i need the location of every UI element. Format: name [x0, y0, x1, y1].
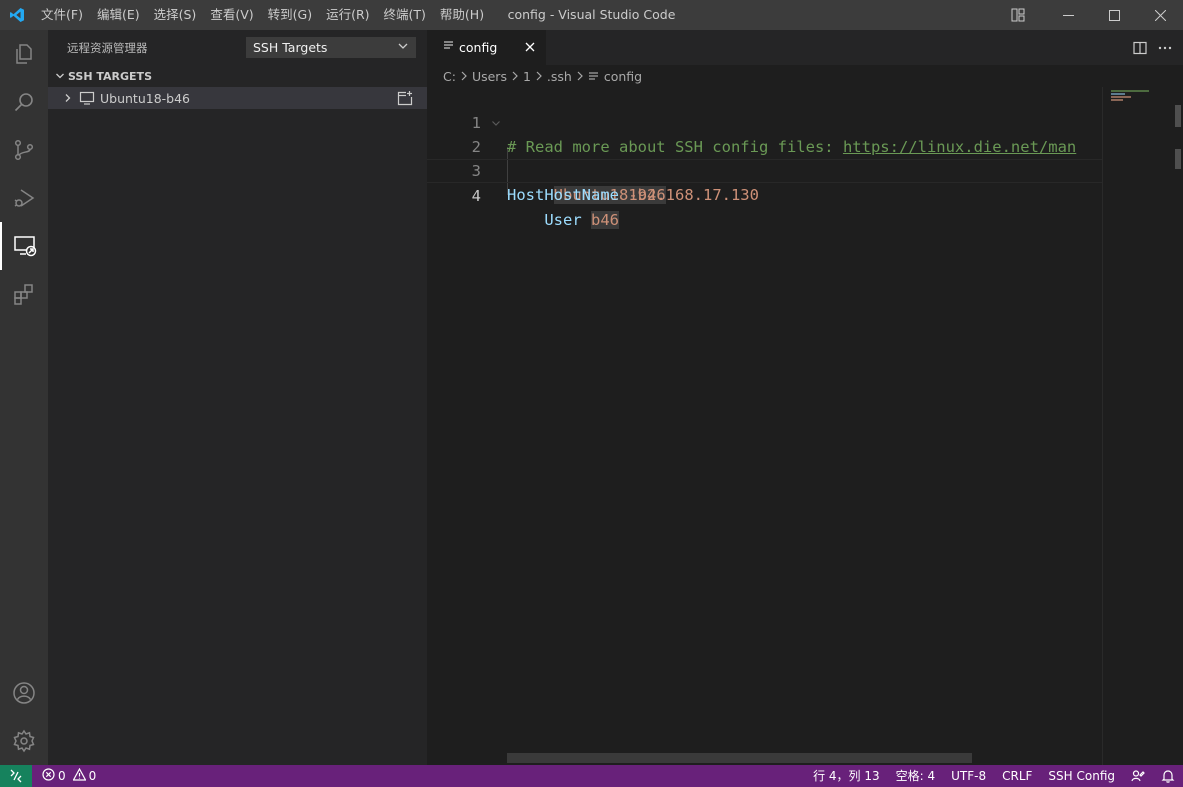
- code-line: 1 # Read more about SSH config files: ht…: [427, 87, 1102, 156]
- sidebar-header: 远程资源管理器 SSH Targets: [48, 30, 427, 65]
- remote-explorer-sidebar: 远程资源管理器 SSH Targets SSH TARGETS Ubuntu18…: [48, 30, 427, 765]
- window-controls: [1045, 0, 1183, 30]
- chevron-right-icon: [535, 71, 543, 81]
- chevron-right-icon: [511, 71, 519, 81]
- current-code-line: 4 User b46: [427, 159, 1102, 229]
- status-bar-right: 行 4，列 13 空格: 4 UTF-8 CRLF SSH Config: [805, 765, 1183, 787]
- warning-count: 0: [88, 769, 97, 783]
- breadcrumb-item[interactable]: 1: [523, 69, 531, 84]
- connect-new-window-icon[interactable]: [397, 90, 413, 106]
- chevron-down-icon: [52, 71, 68, 81]
- file-lines-icon: [588, 71, 599, 82]
- menu-edit[interactable]: 编辑(E): [90, 0, 147, 30]
- search-icon[interactable]: [0, 78, 48, 126]
- code-line: 2 Host Ubuntu18-b46: [427, 111, 1102, 204]
- minimap-line: [1111, 99, 1123, 101]
- remote-type-dropdown[interactable]: SSH Targets: [246, 37, 416, 58]
- source-control-icon[interactable]: [0, 126, 48, 174]
- notifications-bell-icon[interactable]: [1153, 765, 1183, 787]
- ssh-targets-section-header[interactable]: SSH TARGETS: [48, 65, 427, 87]
- scroll-thumb[interactable]: [1175, 105, 1181, 127]
- scroll-thumb[interactable]: [1175, 149, 1181, 169]
- menu-view[interactable]: 查看(V): [203, 0, 260, 30]
- menu-go[interactable]: 转到(G): [261, 0, 319, 30]
- ssh-target-label: Ubuntu18-b46: [100, 90, 191, 106]
- user-value: b46: [591, 211, 619, 229]
- user-keyword: User: [544, 211, 582, 229]
- close-window-icon[interactable]: [1137, 0, 1183, 30]
- vscode-logo-icon: [0, 0, 34, 30]
- minimap-line: [1111, 96, 1131, 98]
- chevron-right-icon: [460, 71, 468, 81]
- cursor-position[interactable]: 行 4，列 13: [805, 765, 888, 787]
- editor-actions: [1131, 30, 1173, 65]
- minimap[interactable]: [1102, 87, 1172, 765]
- fold-chevron-icon[interactable]: [489, 111, 503, 135]
- warning-icon: [72, 767, 87, 784]
- tab-config[interactable]: config: [427, 30, 546, 65]
- monitor-icon: [76, 90, 98, 106]
- minimize-icon[interactable]: [1045, 0, 1091, 30]
- error-icon: [42, 768, 55, 784]
- status-bar: 0 0 行 4，列 13 空格: 4 UTF-8 CRLF SSH Config: [0, 765, 1183, 787]
- tab-bar: config: [427, 30, 1183, 65]
- remote-explorer-icon[interactable]: [0, 222, 48, 270]
- encoding[interactable]: UTF-8: [943, 765, 994, 787]
- settings-gear-icon[interactable]: [0, 717, 48, 765]
- activity-bar: [0, 30, 48, 765]
- breadcrumb-item[interactable]: .ssh: [547, 69, 572, 84]
- sidebar-title: 远程资源管理器: [67, 40, 148, 55]
- hostname-keyword: HostName: [544, 186, 619, 204]
- ssh-target-item[interactable]: Ubuntu18-b46: [48, 87, 427, 109]
- menu-help[interactable]: 帮助(H): [433, 0, 491, 30]
- hostname-value: 192.168.17.130: [628, 186, 759, 204]
- more-actions-icon[interactable]: [1156, 39, 1173, 56]
- indentation[interactable]: 空格: 4: [888, 765, 944, 787]
- title-bar: 文件(F) 编辑(E) 选择(S) 查看(V) 转到(G) 运行(R) 终端(T…: [0, 0, 1183, 30]
- minimap-line: [1111, 93, 1125, 95]
- customize-layout-icon[interactable]: [1003, 0, 1033, 30]
- menu-selection[interactable]: 选择(S): [147, 0, 204, 30]
- editor-area: config C: Users 1 .ssh config 1 # Read m…: [427, 30, 1183, 765]
- chevron-right-icon[interactable]: [60, 93, 76, 103]
- account-icon[interactable]: [0, 669, 48, 717]
- code-editor[interactable]: 1 # Read more about SSH config files: ht…: [427, 87, 1102, 757]
- file-lines-icon: [443, 40, 454, 55]
- breadcrumb-item[interactable]: Users: [472, 69, 507, 84]
- menu-terminal[interactable]: 终端(T): [377, 0, 433, 30]
- maximize-icon[interactable]: [1091, 0, 1137, 30]
- line-number: 4: [471, 187, 481, 205]
- minimap-line: [1111, 90, 1149, 92]
- remote-indicator-icon[interactable]: [0, 765, 32, 787]
- menu-run[interactable]: 运行(R): [319, 0, 376, 30]
- split-editor-icon[interactable]: [1131, 39, 1148, 56]
- extensions-icon[interactable]: [0, 270, 48, 318]
- error-count: 0: [58, 769, 66, 783]
- feedback-icon[interactable]: [1123, 765, 1153, 787]
- problems-indicator[interactable]: 0 0: [32, 767, 97, 784]
- run-debug-icon[interactable]: [0, 174, 48, 222]
- vertical-scrollbar[interactable]: [1172, 87, 1183, 765]
- breadcrumb-item[interactable]: C:: [443, 69, 456, 84]
- horizontal-scrollbar[interactable]: [507, 753, 972, 763]
- breadcrumb: C: Users 1 .ssh config: [427, 65, 1183, 87]
- language-mode[interactable]: SSH Config: [1040, 765, 1123, 787]
- close-tab-icon[interactable]: [522, 39, 538, 55]
- explorer-icon[interactable]: [0, 30, 48, 78]
- menu-bar: 文件(F) 编辑(E) 选择(S) 查看(V) 转到(G) 运行(R) 终端(T…: [34, 0, 491, 30]
- menu-file[interactable]: 文件(F): [34, 0, 90, 30]
- code-line: 3 HostName 192.168.17.130: [427, 135, 1102, 204]
- chevron-right-icon: [576, 71, 584, 81]
- tab-label: config: [459, 40, 498, 55]
- section-title: SSH TARGETS: [68, 69, 152, 83]
- breadcrumb-item[interactable]: config: [604, 69, 642, 84]
- chevron-down-icon: [397, 40, 409, 55]
- dropdown-value: SSH Targets: [253, 40, 328, 55]
- end-of-line[interactable]: CRLF: [994, 765, 1040, 787]
